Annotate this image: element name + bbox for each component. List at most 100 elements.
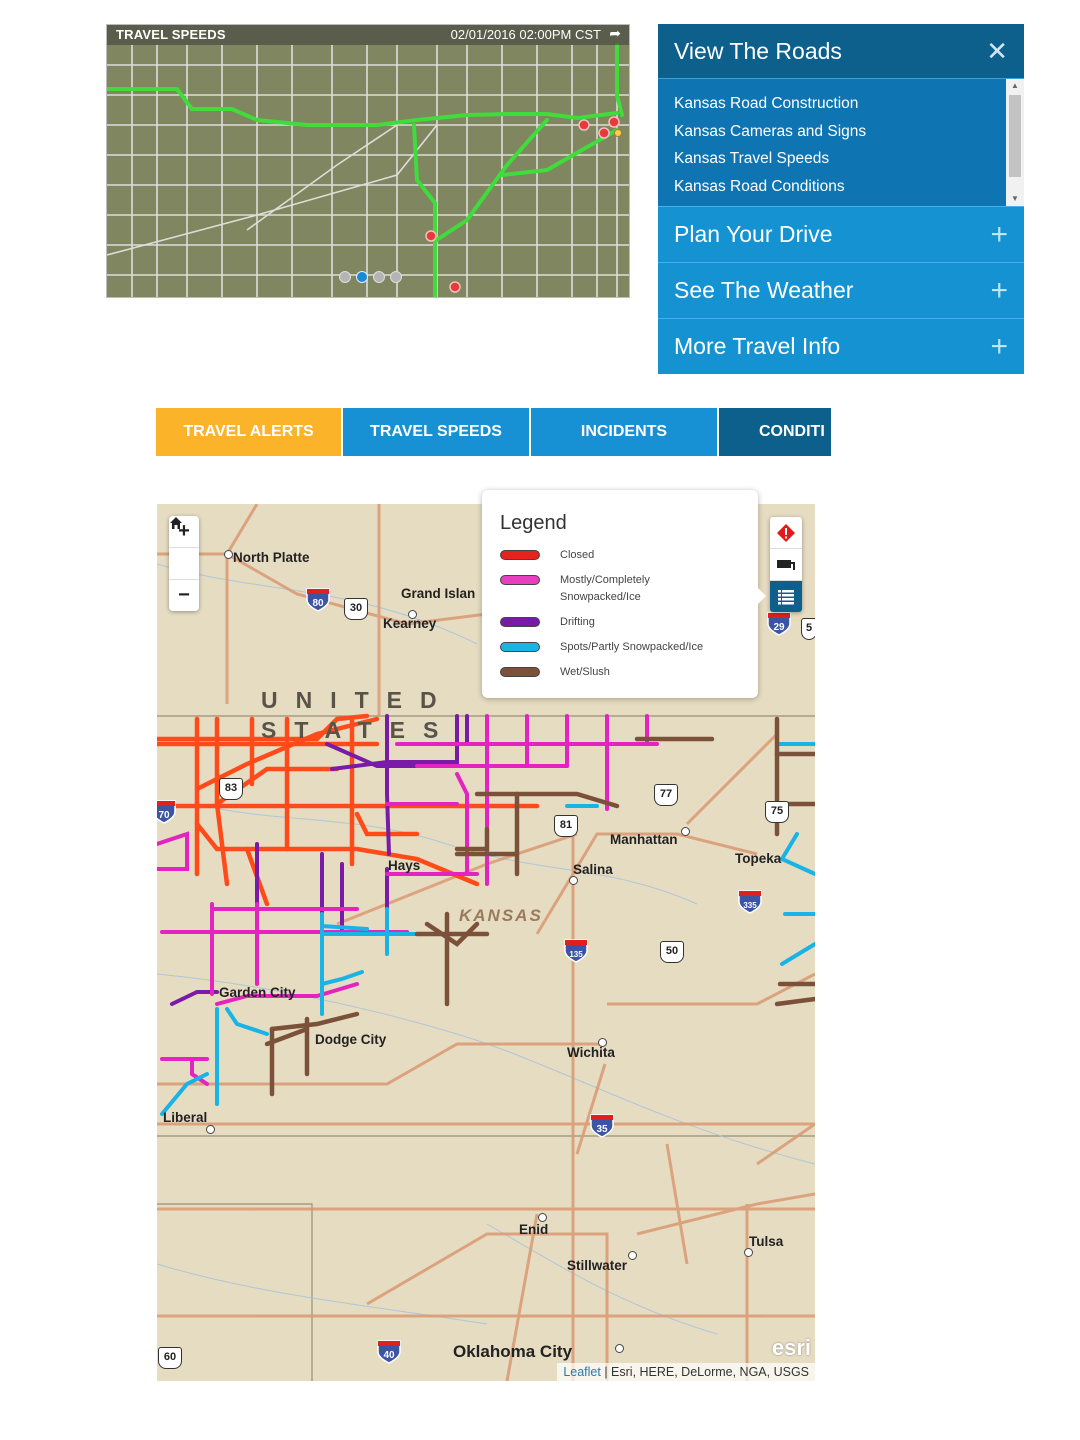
- place-dodge-city: Dodge City: [315, 1032, 387, 1047]
- us-shield-83: 83: [219, 778, 243, 800]
- view-the-roads-header[interactable]: View The Roads ✕: [658, 24, 1024, 79]
- city-marker: [224, 550, 233, 559]
- place-oklahoma-city: Oklahoma City: [453, 1342, 573, 1361]
- plus-icon: +: [990, 329, 1008, 363]
- legend-item-spots: Spots/Partly Snowpacked/Ice: [500, 639, 740, 656]
- map-attribution: Leaflet | Esri, HERE, DeLorme, NGA, USGS: [557, 1363, 815, 1381]
- interstate-shield-35: 35: [590, 1114, 614, 1138]
- place-hays: Hays: [388, 858, 421, 873]
- state-label-kansas: KANSAS: [459, 906, 543, 925]
- us-shield-81: 81: [554, 815, 578, 837]
- place-kearney: Kearney: [383, 616, 437, 631]
- city-marker: [538, 1213, 547, 1222]
- section-see-the-weather[interactable]: See The Weather +: [658, 262, 1024, 318]
- interstate-shield-80: 80: [306, 588, 330, 612]
- country-label-united: UNITED: [261, 687, 455, 713]
- links-scrollbar[interactable]: ▲ ▼: [1006, 79, 1024, 206]
- tab-incidents[interactable]: INCIDENTS: [531, 408, 717, 456]
- legend-list-icon: [778, 589, 794, 604]
- city-marker: [628, 1251, 637, 1260]
- us-shield-77: 77: [654, 784, 678, 806]
- section-title: Plan Your Drive: [674, 221, 833, 247]
- plow-tool-button[interactable]: [770, 549, 802, 581]
- home-button[interactable]: [169, 517, 199, 580]
- truck-icon: [777, 559, 795, 570]
- view-the-roads-links: Kansas Road Construction Kansas Cameras …: [658, 79, 1024, 206]
- link-cameras-signs[interactable]: Kansas Cameras and Signs: [674, 119, 1008, 147]
- svg-text:29: 29: [773, 622, 785, 633]
- tab-conditions[interactable]: CONDITI: [719, 408, 831, 456]
- pager-dot[interactable]: [339, 271, 351, 283]
- legend-label: Spots/Partly Snowpacked/Ice: [560, 641, 704, 653]
- thumbnail-timestamp: 02/01/2016 02:00PM CST: [450, 27, 601, 42]
- us-shield-75: 75: [765, 801, 789, 823]
- legend-swatch: [500, 575, 540, 585]
- legend-swatch: [500, 667, 540, 677]
- svg-text:335: 335: [743, 901, 757, 910]
- leaflet-link[interactable]: Leaflet: [563, 1365, 601, 1379]
- place-wichita: Wichita: [567, 1045, 615, 1060]
- place-north-platte: North Platte: [233, 550, 310, 565]
- us-shield-50: 50: [660, 941, 684, 963]
- city-marker: [206, 1125, 215, 1134]
- attribution-text: | Esri, HERE, DeLorme, NGA, USGS: [600, 1365, 809, 1379]
- city-marker: [569, 876, 578, 885]
- svg-text:70: 70: [158, 810, 170, 821]
- legend-swatch: [500, 642, 540, 652]
- pager-dot-active[interactable]: [356, 271, 368, 283]
- legend-item-wet-slush: Wet/Slush: [500, 664, 740, 681]
- travel-accordion: View The Roads ✕ Kansas Road Constructio…: [658, 24, 1024, 374]
- thumbnail-title: TRAVEL SPEEDS: [116, 27, 226, 42]
- legend-item-snowpacked: Mostly/Completely Snowpacked/Ice: [500, 572, 740, 606]
- pager-dot[interactable]: [390, 271, 402, 283]
- tab-travel-speeds[interactable]: TRAVEL SPEEDS: [343, 408, 529, 456]
- thumbnail-pager: [339, 271, 402, 283]
- link-road-conditions[interactable]: Kansas Road Conditions: [674, 174, 1008, 202]
- place-salina: Salina: [573, 862, 613, 877]
- scroll-down-arrow-icon[interactable]: ▼: [1006, 192, 1024, 206]
- svg-text:35: 35: [596, 1124, 608, 1135]
- legend-label: Drifting: [560, 616, 595, 628]
- place-stillwater: Stillwater: [567, 1258, 628, 1273]
- alert-diamond-icon: [777, 523, 795, 542]
- home-icon: [170, 517, 182, 529]
- zoom-out-button[interactable]: −: [169, 580, 199, 611]
- interstate-shield-135: 135: [564, 939, 588, 963]
- scroll-up-arrow-icon[interactable]: ▲: [1006, 79, 1024, 93]
- legend-tool-button[interactable]: [770, 581, 802, 612]
- map-tool-buttons: [770, 517, 802, 612]
- map-tabs: TRAVEL ALERTS TRAVEL SPEEDS INCIDENTS CO…: [156, 408, 831, 456]
- legend-swatch: [500, 617, 540, 627]
- section-title: More Travel Info: [674, 333, 841, 359]
- legend-item-closed: Closed: [500, 547, 740, 564]
- us-shield-60: 60: [158, 1347, 182, 1369]
- legend-item-drifting: Drifting: [500, 614, 740, 631]
- place-enid: Enid: [519, 1222, 549, 1237]
- section-plan-your-drive[interactable]: Plan Your Drive +: [658, 206, 1024, 262]
- us-shield-5: 5: [801, 618, 815, 640]
- section-title: View The Roads: [674, 37, 842, 64]
- legend-title: Legend: [500, 512, 567, 534]
- share-arrow-icon[interactable]: ➦: [609, 25, 621, 42]
- scrollbar-thumb[interactable]: [1009, 95, 1021, 177]
- section-more-travel-info[interactable]: More Travel Info +: [658, 318, 1024, 374]
- place-liberal: Liberal: [163, 1110, 208, 1125]
- legend-label: Mostly/Completely Snowpacked/Ice: [560, 574, 650, 603]
- place-garden-city: Garden City: [219, 985, 296, 1000]
- interstate-shield-29: 29: [767, 612, 791, 636]
- close-icon[interactable]: ✕: [986, 38, 1008, 64]
- link-road-construction[interactable]: Kansas Road Construction: [674, 91, 1008, 119]
- pager-dot[interactable]: [373, 271, 385, 283]
- travel-speeds-thumbnail-map[interactable]: TRAVEL SPEEDS 02/01/2016 02:00PM CST ➦: [106, 24, 630, 298]
- city-marker: [744, 1248, 753, 1257]
- alerts-tool-button[interactable]: [770, 517, 802, 549]
- us-shield-30: 30: [344, 598, 368, 620]
- interstate-shield-40: 40: [377, 1340, 401, 1364]
- city-marker: [615, 1344, 624, 1353]
- place-tulsa: Tulsa: [749, 1234, 784, 1249]
- tab-travel-alerts[interactable]: TRAVEL ALERTS: [156, 408, 341, 456]
- svg-text:135: 135: [569, 950, 583, 959]
- interstate-shield-335: 335: [738, 890, 762, 914]
- link-travel-speeds[interactable]: Kansas Travel Speeds: [674, 146, 1008, 174]
- esri-logo: esri: [771, 1335, 811, 1360]
